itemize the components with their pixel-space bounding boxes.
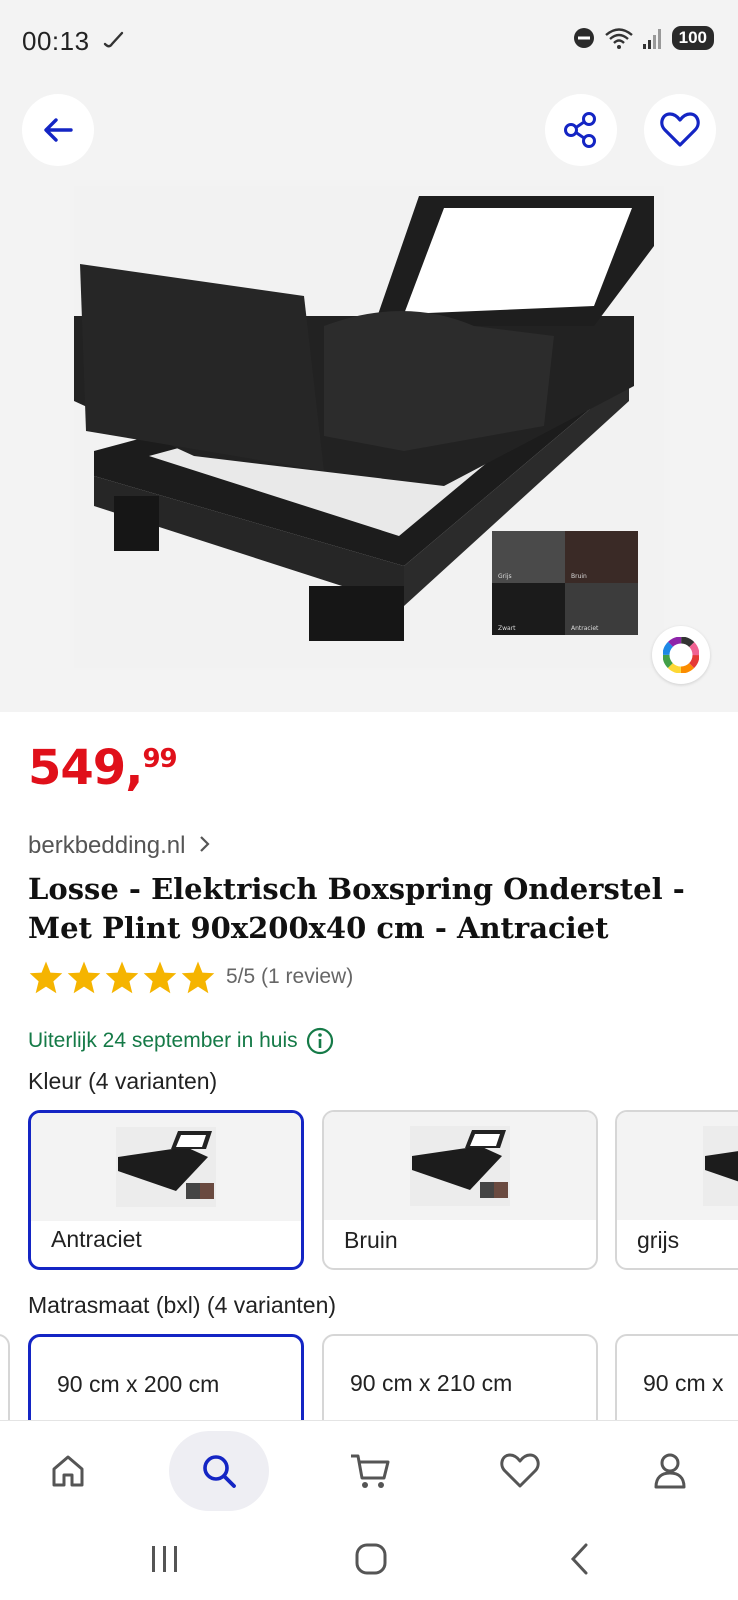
system-back-icon[interactable]: [566, 1542, 594, 1576]
bed-image: Grijs Bruin Zwart Antraciet: [74, 186, 664, 668]
nav-search[interactable]: [169, 1431, 269, 1511]
seller-link[interactable]: berkbedding.nl: [28, 832, 212, 860]
swatch-label: Bruin: [571, 573, 587, 580]
notification-icon: [103, 31, 124, 48]
size-option-90x210[interactable]: 90 cm x 210 cm: [322, 1334, 598, 1420]
search-icon: [203, 1455, 236, 1488]
user-icon: [654, 1453, 686, 1489]
size-label: 90 cm x 200 cm: [57, 1371, 220, 1397]
seller-name: berkbedding.nl: [28, 832, 186, 859]
size-option-90x200[interactable]: 90 cm x 200 cm: [28, 1334, 304, 1420]
favorite-button[interactable]: [644, 94, 716, 166]
system-navigation: [0, 1520, 738, 1600]
dnd-icon: [573, 28, 594, 48]
nav-cart[interactable]: [320, 1431, 420, 1511]
status-time: 00:13: [22, 26, 90, 56]
info-icon[interactable]: [306, 1027, 334, 1055]
swatch-inset: Grijs Bruin Zwart Antraciet: [492, 531, 638, 635]
price-main: 549,: [28, 740, 143, 796]
variant-thumbnail: [324, 1112, 596, 1220]
wifi-icon: [604, 28, 633, 49]
color-variants: Antraciet Bruin grijs: [0, 1110, 738, 1270]
color-variants-button[interactable]: [652, 626, 710, 684]
price: 549, 99: [28, 740, 178, 796]
product-photo[interactable]: Grijs Bruin Zwart Antraciet: [74, 186, 664, 668]
variant-label: Bruin: [344, 1227, 398, 1253]
home-button-icon[interactable]: [354, 1542, 388, 1576]
delivery-text: Uiterlijk 24 september in huis: [28, 1029, 298, 1052]
bed-thumbnail: [116, 1127, 216, 1207]
nav-account[interactable]: [620, 1431, 720, 1511]
variant-label: grijs: [637, 1227, 680, 1253]
bed-thumbnail: [703, 1126, 738, 1206]
bottom-navigation: [0, 1420, 738, 1520]
color-option-grijs[interactable]: grijs: [615, 1110, 738, 1270]
home-icon: [52, 1455, 84, 1487]
variant-label: Antraciet: [51, 1226, 142, 1252]
battery-indicator: 100: [671, 26, 714, 50]
arrow-left-icon: [44, 118, 73, 142]
status-indicators: 100: [572, 26, 714, 50]
product-title: Losse - Elektrisch Boxspring Onderstel -…: [28, 872, 685, 945]
nav-favorites[interactable]: [470, 1431, 570, 1511]
rating[interactable]: 5/5 (1 review): [28, 960, 353, 994]
swatch-label: Grijs: [498, 573, 512, 580]
cart-icon: [351, 1454, 390, 1488]
color-section-label: Kleur (4 varianten): [28, 1068, 218, 1094]
size-option-previous[interactable]: [0, 1334, 10, 1420]
star-icon: [67, 961, 101, 994]
color-wheel-icon: [663, 637, 699, 673]
share-button[interactable]: [545, 94, 617, 166]
size-option-next[interactable]: 90 cm x: [615, 1334, 738, 1420]
back-button[interactable]: [22, 94, 94, 166]
bed-thumbnail: [410, 1126, 510, 1206]
heart-icon: [500, 1453, 540, 1488]
size-section-label: Matrasmaat (bxl) (4 varianten): [28, 1292, 337, 1318]
share-icon: [564, 112, 596, 148]
star-icon: [29, 961, 63, 994]
swatch-label: Zwart: [498, 625, 516, 632]
color-option-bruin[interactable]: Bruin: [322, 1110, 598, 1270]
size-variants: 90 cm x 200 cm 90 cm x 210 cm 90 cm x: [0, 1334, 738, 1420]
variant-thumbnail: [31, 1113, 301, 1221]
status-bar: 00:13 100: [0, 0, 738, 72]
heart-icon: [660, 112, 700, 147]
star-icon: [143, 961, 177, 994]
chevron-right-icon: [200, 836, 210, 852]
star-icon: [181, 961, 215, 994]
swatch-label: Antraciet: [571, 625, 599, 632]
variant-thumbnail: [617, 1112, 738, 1220]
color-option-antraciet[interactable]: Antraciet: [28, 1110, 304, 1270]
size-label: 90 cm x 210 cm: [350, 1370, 513, 1396]
rating-text: 5/5 (1 review): [226, 965, 354, 988]
signal-icon: [642, 29, 661, 49]
size-label: 90 cm x: [643, 1370, 724, 1396]
nav-home[interactable]: [18, 1431, 118, 1511]
recent-apps-icon[interactable]: [148, 1544, 182, 1574]
product-image-area: Grijs Bruin Zwart Antraciet: [0, 72, 738, 712]
delivery-info: Uiterlijk 24 september in huis: [28, 1027, 334, 1055]
star-icon: [105, 961, 139, 994]
price-cents: 99: [142, 744, 177, 774]
